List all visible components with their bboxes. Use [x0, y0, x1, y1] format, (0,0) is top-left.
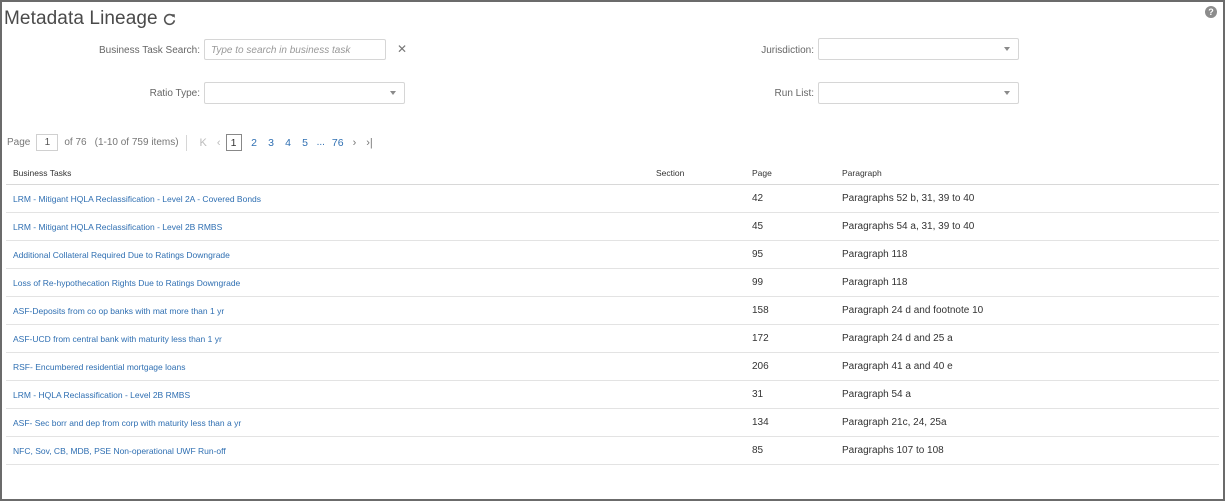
section-cell: [649, 212, 745, 241]
refresh-icon[interactable]: [163, 13, 176, 26]
paragraph-cell: Paragraph 118: [835, 268, 1219, 297]
section-cell: [649, 268, 745, 297]
column-header-page[interactable]: Page: [745, 162, 835, 185]
metadata-lineage-panel: Metadata Lineage ? Business Task Search:…: [0, 0, 1225, 501]
page-cell: 134: [745, 408, 835, 437]
table-row: LRM - HQLA Reclassification - Level 2B R…: [6, 380, 1219, 409]
page-cell: 172: [745, 324, 835, 353]
section-cell: [649, 240, 745, 269]
page-link-5[interactable]: 5: [301, 137, 310, 149]
section-cell: [649, 324, 745, 353]
paragraph-cell: Paragraph 21c, 24, 25a: [835, 408, 1219, 437]
section-cell: [649, 184, 745, 213]
business-task-link[interactable]: ASF-UCD from central bank with maturity …: [6, 324, 649, 353]
business-task-link[interactable]: ASF-Deposits from co op banks with mat m…: [6, 296, 649, 325]
pager-divider: [185, 134, 187, 151]
paragraph-cell: Paragraph 41 a and 40 e: [835, 352, 1219, 381]
business-task-link[interactable]: RSF- Encumbered residential mortgage loa…: [6, 352, 649, 381]
business-task-link[interactable]: NFC, Sov, CB, MDB, PSE Non-operational U…: [6, 436, 649, 465]
business-task-link[interactable]: LRM - Mitigant HQLA Reclassification - L…: [6, 184, 649, 213]
table-row: LRM - Mitigant HQLA Reclassification - L…: [6, 184, 1219, 213]
column-header-business-tasks[interactable]: Business Tasks: [6, 162, 649, 185]
business-task-link[interactable]: LRM - Mitigant HQLA Reclassification - L…: [6, 212, 649, 241]
table-header-row: Business Tasks Section Page Paragraph: [6, 162, 1219, 185]
business-tasks-table: Business Tasks Section Page Paragraph LR…: [6, 162, 1219, 465]
page-cell: 158: [745, 296, 835, 325]
paragraph-cell: Paragraphs 107 to 108: [835, 436, 1219, 465]
section-cell: [649, 436, 745, 465]
table-row: Additional Collateral Required Due to Ra…: [6, 240, 1219, 269]
section-cell: [649, 408, 745, 437]
title-row: Metadata Lineage: [4, 8, 176, 30]
paragraph-cell: Paragraph 54 a: [835, 380, 1219, 409]
table-row: ASF- Sec borr and dep from corp with mat…: [6, 408, 1219, 437]
last-page-icon[interactable]: ›|: [366, 137, 373, 149]
paragraph-cell: Paragraph 24 d and 25 a: [835, 324, 1219, 353]
table-row: NFC, Sov, CB, MDB, PSE Non-operational U…: [6, 436, 1219, 465]
chevron-down-icon: [1004, 91, 1010, 95]
page-cell: 95: [745, 240, 835, 269]
page-label: Page: [7, 137, 31, 148]
page-link-3[interactable]: 3: [267, 137, 276, 149]
paragraph-cell: Paragraphs 52 b, 31, 39 to 40: [835, 184, 1219, 213]
chevron-down-icon: [390, 91, 396, 95]
prev-page-icon[interactable]: ‹: [217, 137, 221, 149]
column-header-section[interactable]: Section: [649, 162, 745, 185]
page-link-4[interactable]: 4: [284, 137, 293, 149]
pager: Page of 76 (1-10 of 759 items) K ‹ 1 2 3…: [7, 133, 378, 152]
business-task-search-label: Business Task Search:: [99, 45, 200, 56]
paragraph-cell: Paragraph 118: [835, 240, 1219, 269]
page-cell: 31: [745, 380, 835, 409]
page-cell: 42: [745, 184, 835, 213]
page-cell: 45: [745, 212, 835, 241]
help-icon[interactable]: ?: [1205, 6, 1217, 18]
jurisdiction-label: Jurisdiction:: [761, 45, 814, 56]
page-cell: 85: [745, 436, 835, 465]
next-page-icon[interactable]: ›: [353, 137, 357, 149]
column-header-paragraph[interactable]: Paragraph: [835, 162, 1219, 185]
business-task-link[interactable]: LRM - HQLA Reclassification - Level 2B R…: [6, 380, 649, 409]
section-cell: [649, 352, 745, 381]
table-row: ASF-Deposits from co op banks with mat m…: [6, 296, 1219, 325]
first-page-icon[interactable]: K: [200, 137, 207, 149]
ratio-type-select[interactable]: [204, 82, 405, 104]
business-task-search-input[interactable]: [205, 41, 385, 60]
items-info: (1-10 of 759 items): [94, 137, 179, 148]
run-list-label: Run List:: [774, 88, 814, 99]
chevron-down-icon: [1004, 47, 1010, 51]
run-list-select[interactable]: [818, 82, 1019, 104]
paragraph-cell: Paragraphs 54 a, 31, 39 to 40: [835, 212, 1219, 241]
paragraph-cell: Paragraph 24 d and footnote 10: [835, 296, 1219, 325]
page-link-2[interactable]: 2: [250, 137, 259, 149]
page-link-1[interactable]: 1: [225, 134, 242, 151]
table-row: ASF-UCD from central bank with maturity …: [6, 324, 1219, 353]
page-number-input[interactable]: [36, 134, 59, 151]
page-title: Metadata Lineage: [4, 8, 158, 29]
ratio-type-label: Ratio Type:: [149, 88, 200, 99]
table-row: Loss of Re-hypothecation Rights Due to R…: [6, 268, 1219, 297]
business-task-link[interactable]: Additional Collateral Required Due to Ra…: [6, 240, 649, 269]
page-cell: 206: [745, 352, 835, 381]
business-task-search-field[interactable]: [204, 39, 386, 60]
table-row: RSF- Encumbered residential mortgage loa…: [6, 352, 1219, 381]
section-cell: [649, 296, 745, 325]
clear-icon[interactable]: ✕: [397, 42, 407, 56]
business-task-link[interactable]: ASF- Sec borr and dep from corp with mat…: [6, 408, 649, 437]
table-row: LRM - Mitigant HQLA Reclassification - L…: [6, 212, 1219, 241]
page-cell: 99: [745, 268, 835, 297]
help-icon-glyph: ?: [1208, 7, 1214, 17]
page-total: of 76: [64, 137, 87, 148]
page-link-last[interactable]: 76: [332, 137, 344, 149]
jurisdiction-select[interactable]: [818, 38, 1019, 60]
business-task-link[interactable]: Loss of Re-hypothecation Rights Due to R…: [6, 268, 649, 297]
page-ellipsis[interactable]: ...: [317, 137, 325, 148]
section-cell: [649, 380, 745, 409]
